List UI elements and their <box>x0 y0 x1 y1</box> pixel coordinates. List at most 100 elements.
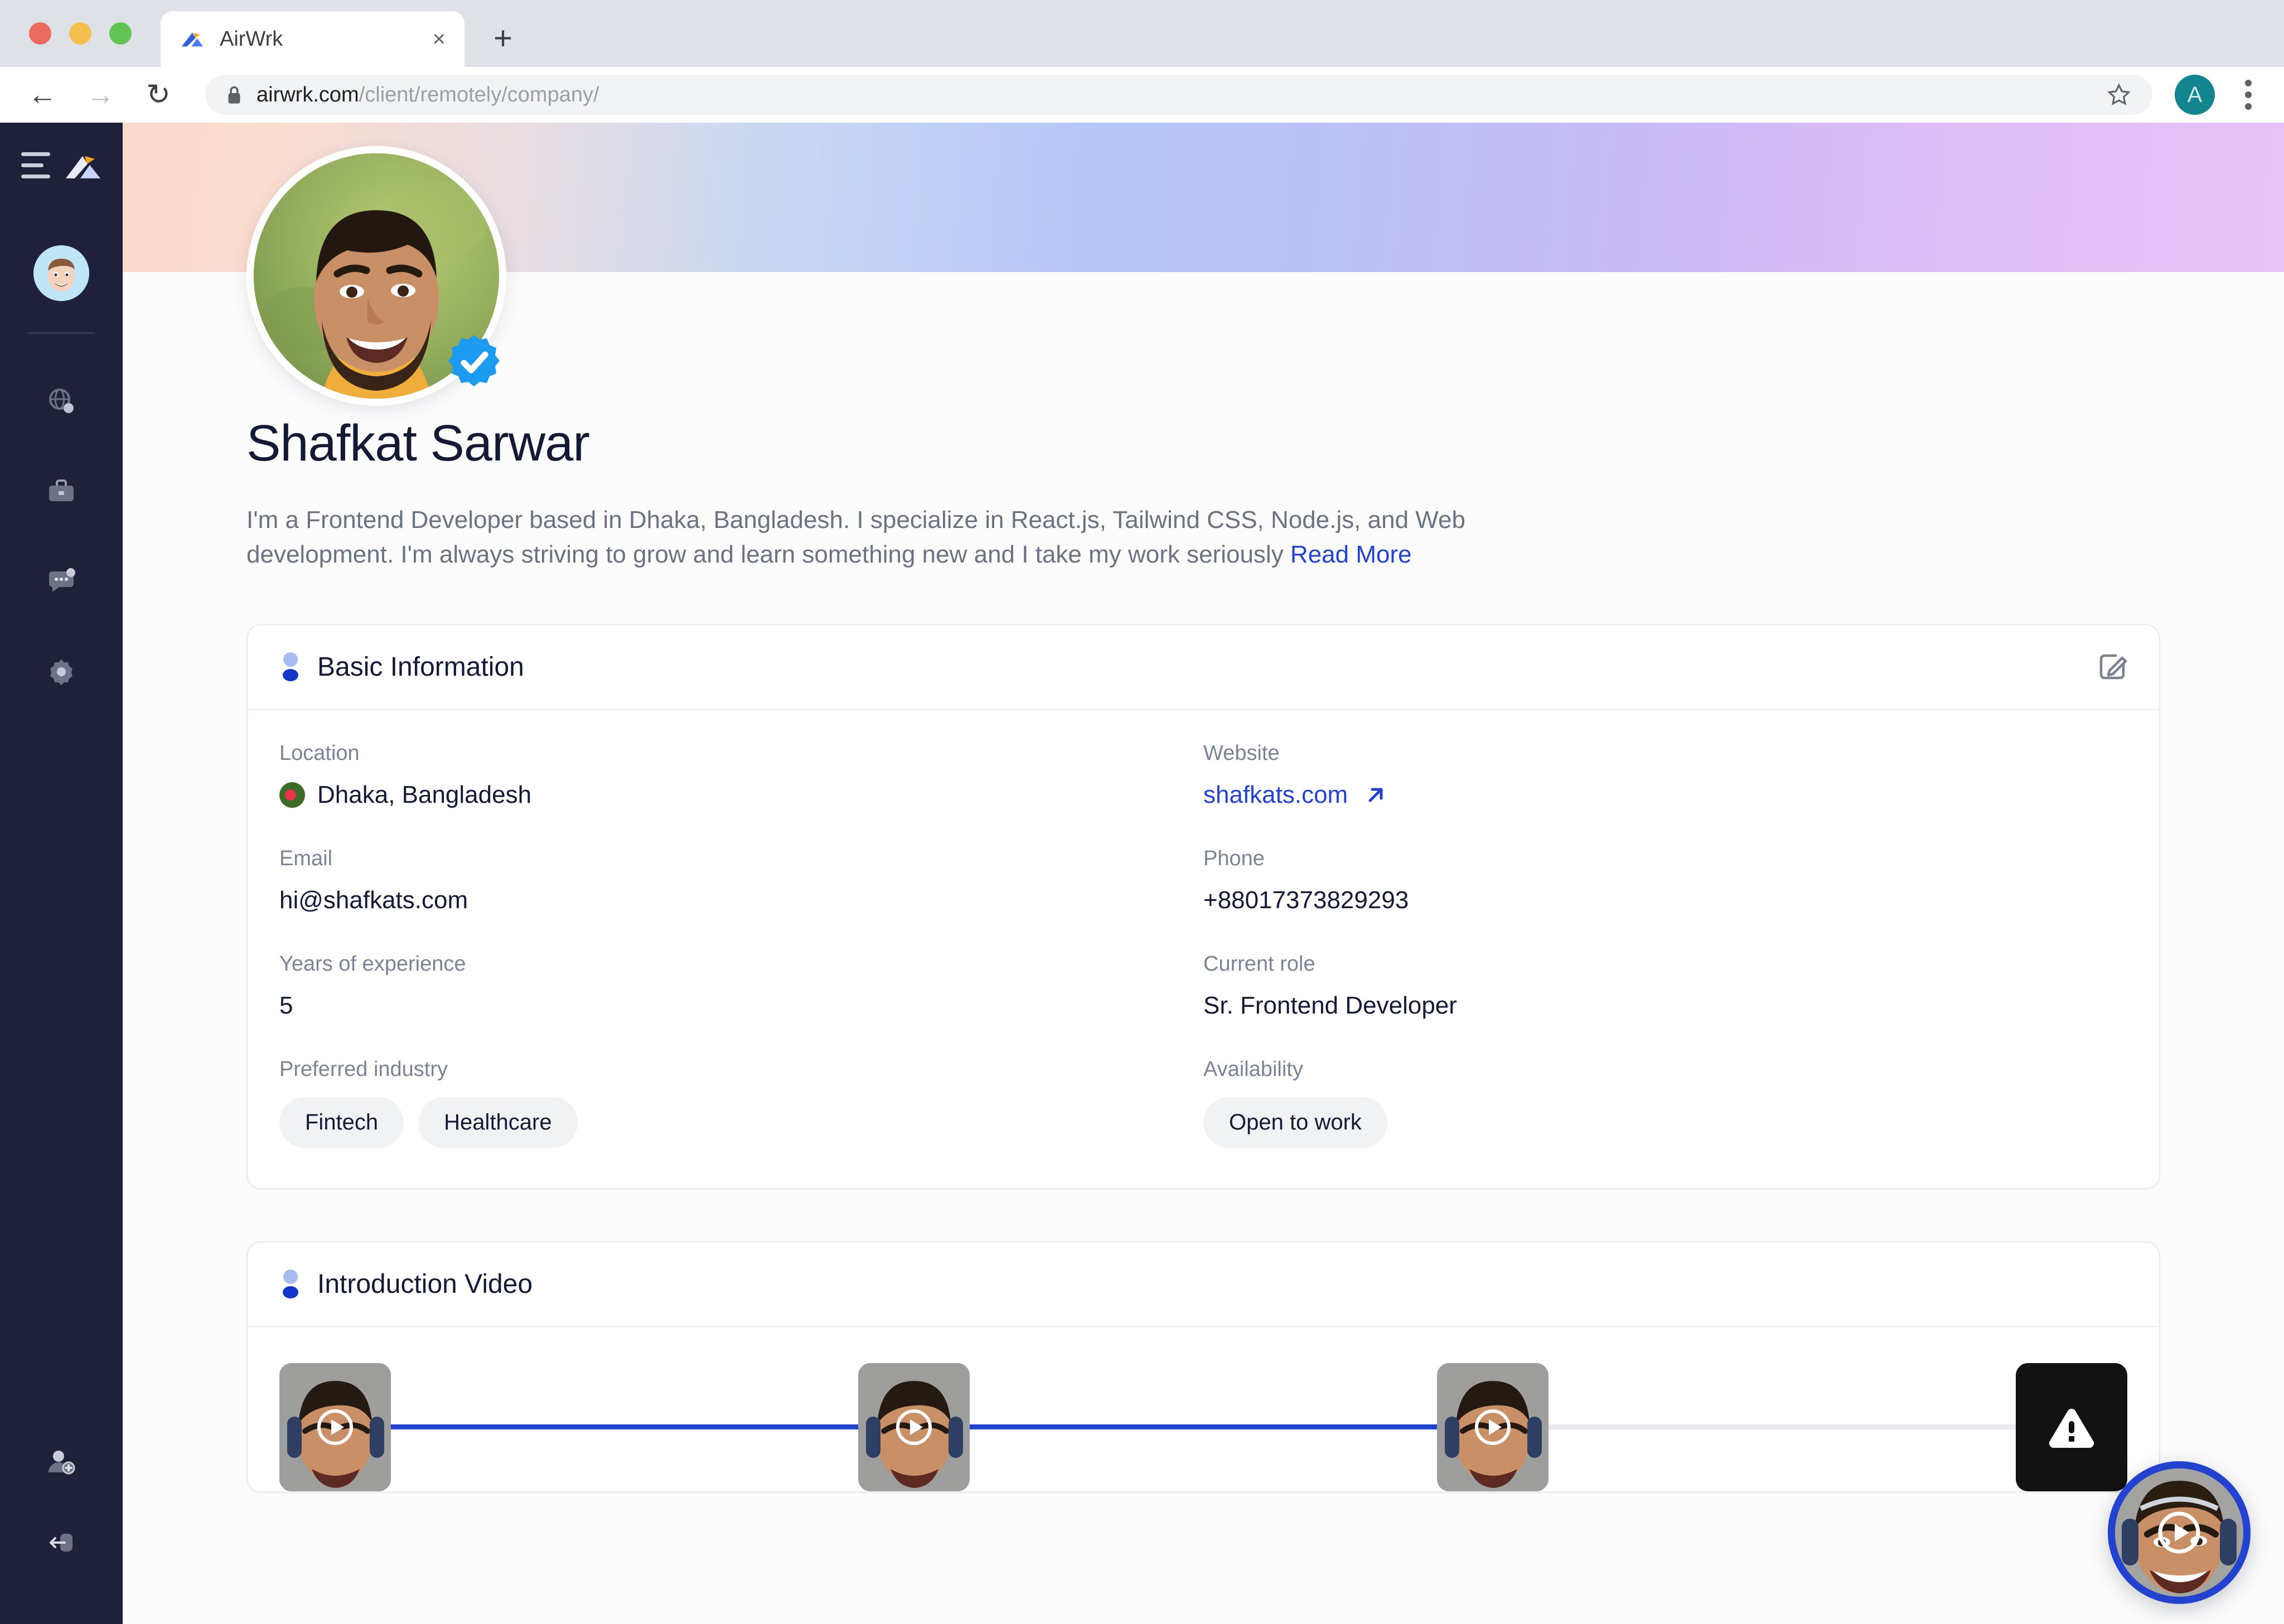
industry-chips: Fintech Healthcare <box>279 1097 1203 1148</box>
close-window-button[interactable] <box>29 22 51 45</box>
industry-chip[interactable]: Healthcare <box>418 1097 578 1148</box>
field-value: 5 <box>279 991 293 1019</box>
field-value: +88017373829293 <box>1203 886 1409 914</box>
new-tab-button[interactable]: + <box>483 19 522 58</box>
card-header: Introduction Video <box>248 1243 2159 1327</box>
app-sidebar <box>0 123 123 1624</box>
field-label: Availability <box>1203 1057 1303 1081</box>
sidebar-item-settings[interactable] <box>36 646 87 697</box>
sidebar-user-avatar[interactable] <box>33 245 89 301</box>
card-title: Basic Information <box>317 652 524 682</box>
field-email: Email hi@shafkats.com <box>279 847 1203 914</box>
browser-window: AirWrk × + ← → ↻ airwrk.com/client/remot… <box>0 0 2284 1624</box>
sidebar-item-messages[interactable] <box>36 556 87 607</box>
url-path: /client/remotely/company/ <box>359 83 599 106</box>
play-icon[interactable] <box>1473 1407 1513 1447</box>
lock-icon <box>226 85 242 104</box>
browser-profile-avatar[interactable]: A <box>2175 75 2215 115</box>
floating-video-bubble[interactable] <box>2108 1461 2251 1604</box>
page-title: Shafkat Sarwar <box>246 415 590 472</box>
field-label: Years of experience <box>279 952 466 976</box>
airwrk-logo-icon[interactable] <box>65 151 101 180</box>
verified-check-icon <box>445 333 503 391</box>
person-icon <box>279 1269 302 1299</box>
hamburger-icon[interactable] <box>21 152 50 178</box>
window-controls <box>0 22 132 67</box>
website-link[interactable]: shafkats.com <box>1203 781 2127 809</box>
close-tab-button[interactable]: × <box>433 28 446 50</box>
field-label: Phone <box>1203 846 1265 870</box>
edit-pencil-icon[interactable] <box>2097 652 2127 682</box>
field-experience: Years of experience 5 <box>279 952 1203 1020</box>
main-content: Shafkat Sarwar I'm a Frontend Developer … <box>123 123 2284 1624</box>
profile-header: Shafkat Sarwar I'm a Frontend Developer … <box>123 146 2284 573</box>
back-button[interactable]: ← <box>25 77 60 113</box>
airwrk-logo-icon <box>180 26 205 52</box>
card-title: Introduction Video <box>317 1269 533 1299</box>
url-domain: airwrk.com <box>257 83 359 106</box>
video-thumbnail[interactable] <box>858 1363 970 1491</box>
sidebar-footer <box>0 1437 123 1568</box>
read-more-link[interactable]: Read More <box>1290 541 1412 568</box>
field-value: Sr. Frontend Developer <box>1203 991 1457 1019</box>
basic-info-grid: Location Dhaka, Bangladesh Website shafk… <box>279 741 2127 1148</box>
field-role: Current role Sr. Frontend Developer <box>1203 952 2127 1020</box>
profile-avatar[interactable] <box>246 146 506 406</box>
external-link-icon <box>1364 784 1387 806</box>
warning-icon <box>2049 1408 2094 1448</box>
field-label: Email <box>279 846 333 870</box>
maximize-window-button[interactable] <box>109 22 132 45</box>
kebab-menu-icon[interactable] <box>2237 80 2259 110</box>
tab-title: AirWrk <box>220 27 283 51</box>
video-thumbnail[interactable] <box>279 1363 391 1491</box>
field-label: Preferred industry <box>279 1057 448 1081</box>
video-thumbnail-strip <box>279 1363 2127 1491</box>
sidebar-item-jobs[interactable] <box>36 466 87 517</box>
forward-button[interactable]: → <box>83 77 118 113</box>
card-header: Basic Information <box>248 626 2159 710</box>
field-label: Website <box>1203 741 1280 765</box>
field-label: Location <box>279 741 360 765</box>
app-root: Shafkat Sarwar I'm a Frontend Developer … <box>0 123 2284 1624</box>
browser-tab[interactable]: AirWrk × <box>161 11 464 67</box>
person-icon <box>279 652 302 682</box>
bangladesh-flag-icon <box>279 782 305 808</box>
field-website: Website shafkats.com <box>1203 741 2127 809</box>
progress-segment <box>391 1424 858 1430</box>
play-icon[interactable] <box>2156 1509 2203 1556</box>
bio-text: I'm a Frontend Developer based in Dhaka,… <box>246 506 1465 569</box>
sidebar-item-discover[interactable] <box>36 375 87 426</box>
star-icon[interactable] <box>2107 83 2131 107</box>
video-body <box>248 1327 2159 1491</box>
availability-chips: Open to work <box>1203 1097 2127 1148</box>
basic-information-card: Basic Information Location Dhaka, Bangla… <box>246 623 2160 1190</box>
play-icon[interactable] <box>315 1407 355 1447</box>
minimize-window-button[interactable] <box>69 22 91 45</box>
address-bar[interactable]: airwrk.com/client/remotely/company/ <box>205 75 2152 115</box>
field-availability: Availability Open to work <box>1203 1058 2127 1148</box>
introduction-video-card: Introduction Video <box>246 1240 2160 1493</box>
field-industry: Preferred industry Fintech Healthcare <box>279 1058 1203 1148</box>
card-body: Location Dhaka, Bangladesh Website shafk… <box>248 710 2159 1188</box>
url-text: airwrk.com/client/remotely/company/ <box>257 83 2092 107</box>
field-value: hi@shafkats.com <box>279 886 468 914</box>
sidebar-item-invite[interactable] <box>36 1437 87 1488</box>
website-text: shafkats.com <box>1203 781 1348 808</box>
browser-toolbar: ← → ↻ airwrk.com/client/remotely/company… <box>0 67 2284 123</box>
location-text: Dhaka, Bangladesh <box>317 781 532 808</box>
tab-strip: AirWrk × + <box>0 0 2284 67</box>
field-label: Current role <box>1203 952 1315 976</box>
reload-button[interactable]: ↻ <box>141 77 176 113</box>
status-badge[interactable]: Open to work <box>1203 1097 1387 1148</box>
sidebar-divider <box>28 332 95 334</box>
progress-segment <box>1549 1424 2016 1430</box>
field-phone: Phone +88017373829293 <box>1203 847 2127 914</box>
industry-chip[interactable]: Fintech <box>279 1097 404 1148</box>
play-icon[interactable] <box>894 1407 934 1447</box>
video-thumbnail-error[interactable] <box>2016 1363 2127 1491</box>
profile-bio: I'm a Frontend Developer based in Dhaka,… <box>246 503 1507 573</box>
progress-segment <box>970 1424 1437 1430</box>
sidebar-item-logout[interactable] <box>36 1517 87 1568</box>
video-thumbnail[interactable] <box>1437 1363 1549 1491</box>
field-location: Location Dhaka, Bangladesh <box>279 741 1203 809</box>
